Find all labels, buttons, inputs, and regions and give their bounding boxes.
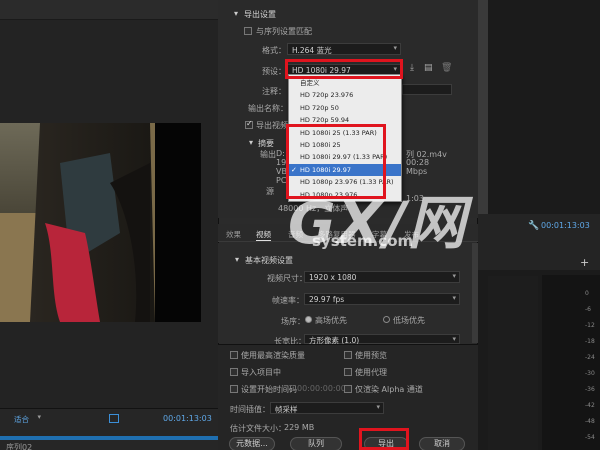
basic-video-collapse-icon[interactable]: ▾ [235, 255, 239, 264]
output-bitrate: Mbps [406, 167, 428, 176]
frame-rate-label: 帧速率： [272, 296, 304, 305]
tab-effects[interactable]: 效果 [226, 229, 241, 240]
aspect-dropdown[interactable]: 方形像素 (1.0) ▾ [304, 334, 460, 345]
start-timecode-label: 设置开始时间码 [241, 385, 297, 394]
monitor-header [0, 0, 218, 20]
preset-option[interactable]: HD 720p 23.976 [289, 89, 401, 101]
output-name-label: 输出名称： [248, 104, 288, 113]
export-video-label: 导出视频 [256, 121, 288, 130]
output-line-4: PC [276, 176, 287, 185]
watermark-site: system.com [312, 232, 414, 250]
save-preset-icon[interactable]: ⤓ [410, 63, 414, 73]
import-project-checkbox[interactable] [230, 368, 238, 376]
cancel-button[interactable]: 取消 [419, 437, 465, 450]
panel-edge [478, 0, 488, 214]
basic-video-title: 基本视频设置 [245, 256, 293, 265]
sequence-tab[interactable]: 序列02 [6, 442, 32, 450]
format-dropdown[interactable]: H.264 蓝光 ▾ [287, 43, 401, 55]
timeline-tracks [488, 276, 538, 450]
metadata-button[interactable]: 元数据... [229, 437, 275, 450]
start-timecode-value[interactable]: 00:00:00:00 [297, 384, 346, 393]
field-lower-radio[interactable] [383, 316, 390, 323]
use-previews-label: 使用预览 [355, 351, 387, 360]
meter-tick-label: -30 [585, 370, 595, 377]
preset-label: 预设： [262, 67, 286, 76]
frame-size-label: 视频尺寸： [267, 274, 307, 283]
time-interpolation-label: 时间插值： [230, 405, 270, 414]
meter-scale: 0 -6 -12 -18 -24 -30 -36 -42 -48 -54 [585, 290, 600, 450]
frame-rate-dropdown[interactable]: 29.97 fps ▾ [304, 293, 460, 305]
meter-tick-label: -18 [585, 338, 595, 345]
start-timecode-checkbox[interactable] [230, 385, 238, 393]
meter-tick-label: 0 [585, 290, 589, 297]
export-video-checkbox[interactable] [245, 119, 253, 129]
estimated-size-value: 229 MB [284, 423, 315, 432]
summary-label: 摘要 [258, 139, 274, 148]
video-preview [0, 123, 201, 322]
meter-tick-label: -24 [585, 354, 595, 361]
alpha-only-checkbox[interactable] [344, 385, 352, 393]
highlight-preset-field [285, 59, 403, 79]
output-path: D: [276, 149, 285, 158]
playhead-bar[interactable] [0, 436, 218, 440]
preset-option[interactable]: HD 720p 50 [289, 102, 401, 114]
meter-tick-label: -12 [585, 322, 595, 329]
trash-icon[interactable]: 🗑 [441, 63, 452, 73]
estimated-size-label: 估计文件大小： [230, 424, 286, 433]
field-upper-label: 高场优先 [315, 316, 347, 325]
import-project-label: 导入项目中 [241, 368, 281, 377]
field-order-label: 场序： [281, 317, 305, 326]
add-icon[interactable]: + [580, 256, 589, 269]
fit-dropdown[interactable]: 适合 ▾ [10, 413, 44, 425]
tab-video[interactable]: 视频 [256, 229, 271, 241]
highlight-export-button [359, 428, 409, 450]
use-previews-checkbox[interactable] [344, 351, 352, 359]
settings-scrollbar[interactable] [472, 243, 478, 343]
use-proxies-label: 使用代理 [355, 368, 387, 377]
settings-icon[interactable] [109, 414, 119, 423]
max-render-quality-checkbox[interactable] [230, 351, 238, 359]
time-interpolation-dropdown[interactable]: 帧采样 ▾ [270, 402, 384, 414]
meter-tick-label: -6 [585, 306, 591, 313]
import-preset-icon[interactable]: ▤ [424, 63, 433, 73]
queue-button[interactable]: 队列 [290, 437, 342, 450]
meter-tick-label: -54 [585, 434, 595, 441]
source-label: 源 [266, 187, 274, 196]
match-sequence-checkbox[interactable] [244, 27, 252, 35]
use-proxies-checkbox[interactable] [344, 368, 352, 376]
output-label: 输出 [260, 150, 276, 159]
format-label: 格式： [262, 46, 286, 55]
monitor-timecode: 00:01:13:03 [163, 414, 212, 423]
meter-tick-label: -36 [585, 386, 595, 393]
field-upper-radio[interactable] [305, 316, 312, 323]
alpha-only-label: 仅渲染 Alpha 通道 [355, 385, 423, 394]
summary-toggle-icon[interactable]: ▾ [249, 138, 253, 147]
frame-size-dropdown[interactable]: 1920 x 1080 ▾ [304, 271, 460, 283]
comment-label: 注释： [262, 87, 286, 96]
collapse-icon[interactable]: ▾ [234, 9, 238, 18]
comment-input[interactable] [402, 84, 452, 95]
wrench-icon[interactable]: 🔧 [528, 221, 539, 231]
output-duration: 00:28 [406, 158, 430, 167]
output-line-2: 19 [276, 158, 287, 167]
meter-tick-label: -42 [585, 402, 595, 409]
max-render-quality-label: 使用最高渲染质量 [241, 351, 305, 360]
timeline-timecode: 00:01:13:03 [541, 221, 590, 230]
section-title: 导出设置 [244, 10, 276, 19]
match-sequence-label: 与序列设置匹配 [256, 27, 312, 36]
meter-tick-label: -48 [585, 418, 595, 425]
field-lower-label: 低场优先 [393, 316, 425, 325]
